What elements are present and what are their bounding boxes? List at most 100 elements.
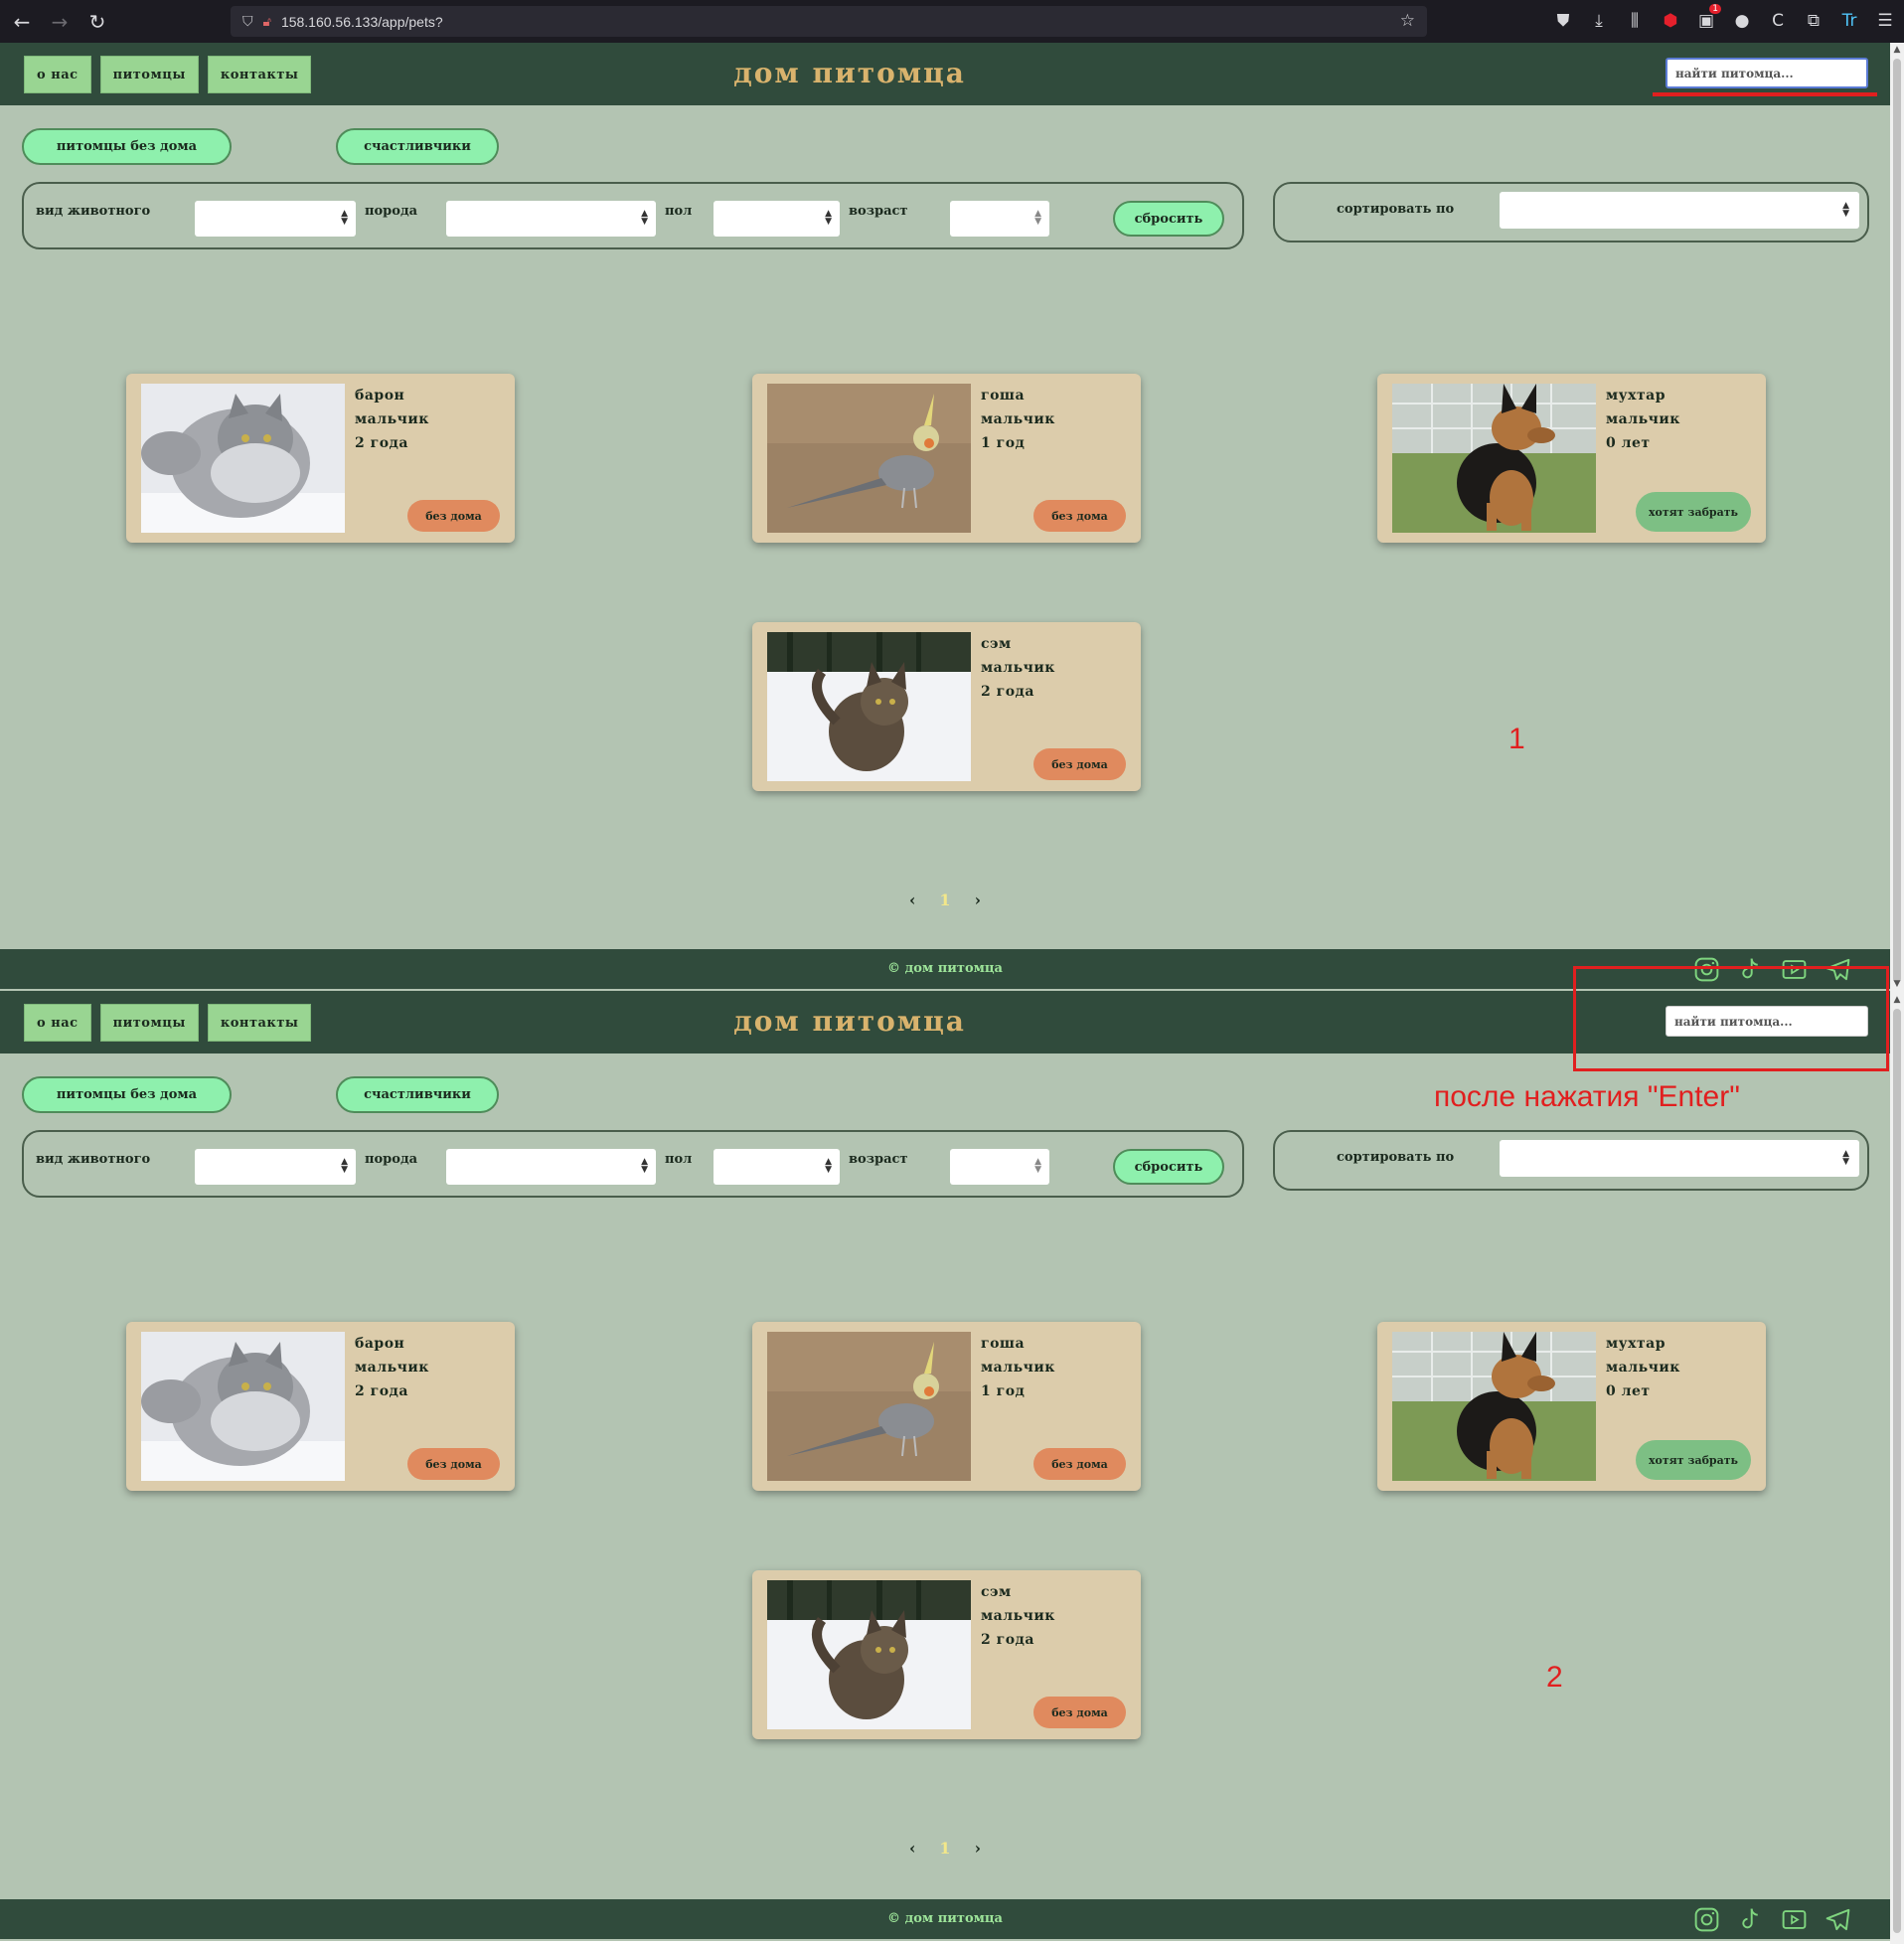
current-page[interactable]: 1 — [939, 891, 950, 909]
page-scrollbar[interactable]: ▲ ▼ ▲ — [1890, 43, 1904, 1944]
breed-label: порода — [365, 204, 418, 219]
status-badge: хотят забрать — [1636, 1440, 1751, 1480]
next-page-button[interactable]: › — [975, 891, 981, 909]
age-label: возраст — [849, 204, 908, 219]
breed-select[interactable]: ▲ ▼ — [446, 201, 656, 237]
pet-photo-gray-fluffy-cat[interactable] — [141, 1332, 345, 1481]
site-title[interactable]: дом питомца — [0, 1005, 1699, 1038]
next-page-button[interactable]: › — [975, 1839, 981, 1858]
pet-photo-gray-fluffy-cat[interactable] — [141, 384, 345, 533]
spinner-icon[interactable]: ▲ ▼ — [1034, 210, 1041, 227]
annotation-label-1: 1 — [1508, 723, 1525, 755]
menu-icon[interactable]: ☰ — [1872, 8, 1898, 34]
c-icon[interactable]: C — [1765, 8, 1791, 34]
breed-select[interactable]: ▲ ▼ — [446, 1149, 656, 1185]
translate-icon[interactable]: Tr — [1836, 8, 1862, 34]
telegram-icon[interactable] — [1824, 1905, 1852, 1934]
pet-photo-tabby-cat-in-snow[interactable] — [767, 1580, 971, 1729]
sort-select[interactable]: ▲ ▼ — [1500, 1140, 1859, 1177]
sort-panel: сортировать по ▲ ▼ — [1273, 1130, 1869, 1191]
pet-name: мухтар — [1606, 1336, 1666, 1352]
sex-label: пол — [665, 204, 693, 219]
select-arrows-icon: ▲ ▼ — [641, 209, 648, 227]
pet-card[interactable]: сэм мальчик 2 года без дома — [752, 1570, 1141, 1739]
pet-sex: мальчик — [355, 1360, 429, 1376]
pet-card[interactable]: гоша мальчик 1 год без дома — [752, 374, 1141, 543]
sex-select[interactable]: ▲ ▼ — [714, 201, 840, 237]
annotation-label-2: 2 — [1546, 1661, 1563, 1694]
back-arrow-icon[interactable]: ← — [6, 6, 38, 38]
scrollbar-thumb[interactable] — [1893, 59, 1901, 983]
sort-panel: сортировать по ▲ ▼ — [1273, 182, 1869, 243]
pet-name: сэм — [981, 1584, 1012, 1600]
prev-page-button[interactable]: ‹ — [909, 1839, 915, 1858]
pet-search-input[interactable] — [1666, 58, 1868, 88]
species-select[interactable]: ▲ ▼ — [195, 201, 356, 237]
pet-photo-cockatiel-parrot[interactable] — [767, 1332, 971, 1481]
tab-homeless-pets[interactable]: питомцы без дома — [22, 128, 232, 165]
species-select[interactable]: ▲ ▼ — [195, 1149, 356, 1185]
pet-card[interactable]: мухтар мальчик 0 лет хотят забрать — [1377, 374, 1766, 543]
age-number-input[interactable]: ▲ ▼ — [950, 201, 1049, 237]
forward-arrow-icon[interactable]: → — [44, 6, 76, 38]
site-footer: © дом питомца — [0, 1899, 1890, 1939]
annotation-underline — [1653, 92, 1877, 96]
status-badge: без дома — [407, 500, 500, 532]
pet-photo-tabby-cat-in-snow[interactable] — [767, 632, 971, 781]
pet-card[interactable]: мухтар мальчик 0 лет хотят забрать — [1377, 1322, 1766, 1491]
pet-age: 0 лет — [1606, 435, 1651, 451]
pet-name: сэм — [981, 636, 1012, 652]
sort-label: сортировать по — [1337, 202, 1455, 217]
address-bar[interactable]: ⛉ 🔓︎ 158.160.56.133/app/pets? ☆ — [231, 6, 1427, 37]
status-badge: без дома — [1033, 748, 1126, 780]
spinner-icon[interactable]: ▲ ▼ — [1034, 1158, 1041, 1175]
tab-homeless-pets[interactable]: питомцы без дома — [22, 1076, 232, 1113]
instagram-icon[interactable] — [1692, 1905, 1721, 1934]
library-icon[interactable]: ⫼ — [1622, 8, 1648, 34]
shield-icon[interactable]: ⛉ — [242, 13, 253, 30]
scroll-up-icon[interactable]: ▲ — [1890, 43, 1904, 57]
pet-photo-german-shepherd-puppy[interactable] — [1392, 1332, 1596, 1481]
extensions-icon[interactable]: ⧉ — [1801, 8, 1826, 34]
sort-select[interactable]: ▲ ▼ — [1500, 192, 1859, 229]
pet-photo-cockatiel-parrot[interactable] — [767, 384, 971, 533]
pocket-icon[interactable]: ⛊ — [1550, 8, 1576, 34]
age-label: возраст — [849, 1152, 908, 1167]
breed-label: порода — [365, 1152, 418, 1167]
pet-card[interactable]: сэм мальчик 2 года без дома — [752, 622, 1141, 791]
pet-info: барон мальчик 2 года — [355, 1332, 429, 1403]
bookmark-star-icon[interactable]: ☆ — [1400, 11, 1415, 31]
reset-filters-button[interactable]: сбросить — [1113, 201, 1224, 237]
pet-card[interactable]: гоша мальчик 1 год без дома — [752, 1322, 1141, 1491]
pet-photo-german-shepherd-puppy[interactable] — [1392, 384, 1596, 533]
download-icon[interactable]: ⤓ — [1586, 8, 1612, 34]
current-page[interactable]: 1 — [939, 1839, 950, 1858]
pet-card[interactable]: барон мальчик 2 года без дома — [126, 374, 515, 543]
pet-name: мухтар — [1606, 388, 1666, 404]
scrollbar-thumb[interactable] — [1893, 1009, 1901, 1933]
ublock-icon[interactable]: ⬢ — [1658, 8, 1683, 34]
age-number-input[interactable]: ▲ ▼ — [950, 1149, 1049, 1185]
youtube-icon[interactable] — [1780, 1905, 1809, 1934]
pet-info: сэм мальчик 2 года — [981, 1580, 1055, 1652]
site-title[interactable]: дом питомца — [0, 57, 1699, 89]
footer-copyright: © дом питомца — [887, 1911, 1003, 1926]
scroll-down-icon[interactable]: ▼ — [1890, 977, 1904, 991]
reset-filters-button[interactable]: сбросить — [1113, 1149, 1224, 1185]
url-text[interactable]: 158.160.56.133/app/pets? — [281, 14, 443, 30]
status-badge: без дома — [1033, 500, 1126, 532]
tiktok-icon[interactable] — [1736, 1905, 1765, 1934]
tab-lucky-ones[interactable]: счастливчики — [336, 1076, 499, 1113]
annotation-enter-note: после нажатия "Enter" — [1434, 1080, 1740, 1113]
prev-page-button[interactable]: ‹ — [909, 891, 915, 909]
sex-select[interactable]: ▲ ▼ — [714, 1149, 840, 1185]
tab-lucky-ones[interactable]: счастливчики — [336, 128, 499, 165]
sort-label: сортировать по — [1337, 1150, 1455, 1165]
globe-icon[interactable]: ● — [1729, 8, 1755, 34]
insecure-lock-icon[interactable]: 🔓︎ — [263, 14, 271, 30]
pet-card[interactable]: барон мальчик 2 года без дома — [126, 1322, 515, 1491]
reload-icon[interactable]: ↻ — [81, 6, 113, 38]
extension-badge-icon[interactable]: ▣ 1 — [1693, 4, 1721, 34]
pet-name: гоша — [981, 1336, 1026, 1352]
scroll-up-icon[interactable]: ▲ — [1890, 993, 1904, 1007]
